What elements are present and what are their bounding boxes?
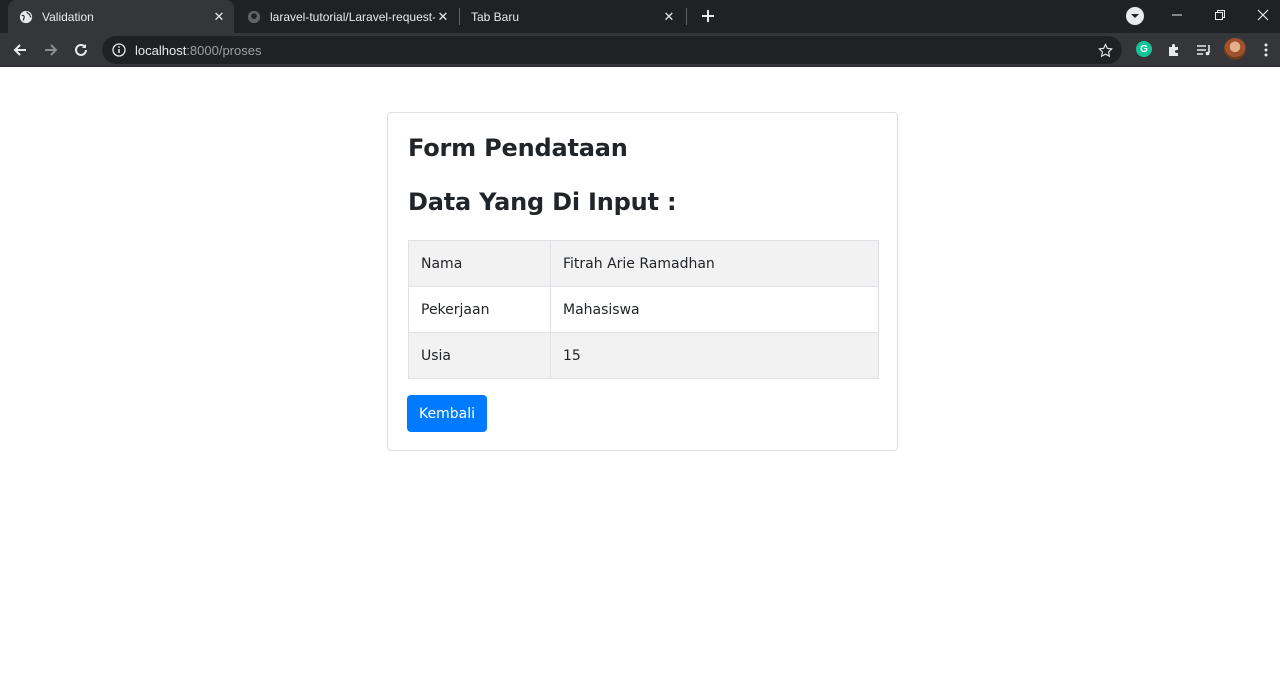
row-label: Pekerjaan	[408, 286, 551, 333]
info-icon[interactable]	[110, 41, 128, 59]
section-heading: Data Yang Di Input :	[408, 188, 677, 216]
tab-search-icon[interactable]	[1126, 7, 1144, 25]
table-row: Pekerjaan Mahasiswa	[408, 286, 879, 333]
github-icon	[247, 10, 261, 24]
extensions-puzzle-icon[interactable]	[1162, 38, 1186, 62]
url-path: :8000/proses	[186, 43, 262, 58]
data-table: Nama Fitrah Arie Ramadhan Pekerjaan Maha…	[408, 240, 879, 379]
forward-arrow-icon[interactable]	[39, 38, 63, 62]
form-card: Form Pendataan Data Yang Di Input : Nama…	[387, 112, 898, 451]
tab-new-tab[interactable]: Tab Baru ✕	[460, 0, 684, 33]
close-window-icon[interactable]	[1243, 0, 1280, 30]
back-arrow-icon[interactable]	[8, 38, 32, 62]
profile-avatar[interactable]	[1224, 38, 1246, 60]
address-bar[interactable]: localhost:8000/proses	[102, 36, 1122, 64]
row-label: Nama	[408, 240, 551, 287]
browser-tabstrip: Validation ✕ laravel-tutorial/Laravel-re…	[0, 0, 1280, 33]
row-label: Usia	[408, 332, 551, 379]
media-control-icon[interactable]	[1192, 38, 1216, 62]
tab-title: laravel-tutorial/Laravel-request-v	[270, 9, 435, 24]
table-row: Nama Fitrah Arie Ramadhan	[408, 240, 879, 287]
new-tab-button[interactable]	[696, 4, 720, 28]
close-tab-icon[interactable]: ✕	[435, 9, 451, 25]
reload-icon[interactable]	[69, 38, 93, 62]
back-button[interactable]: Kembali	[407, 395, 487, 432]
grammarly-extension-icon[interactable]: G	[1136, 41, 1152, 57]
url-host: localhost	[135, 43, 187, 58]
url-text: localhost:8000/proses	[135, 43, 261, 58]
page-title: Form Pendataan	[408, 134, 628, 162]
tab-github[interactable]: laravel-tutorial/Laravel-request-v ✕	[236, 0, 458, 33]
minimize-icon[interactable]	[1157, 0, 1197, 30]
bookmark-star-icon[interactable]	[1094, 39, 1116, 61]
row-value: Mahasiswa	[550, 286, 879, 333]
close-tab-icon[interactable]: ✕	[661, 9, 677, 25]
browser-toolbar: localhost:8000/proses	[0, 33, 1280, 67]
tab-title: Tab Baru	[471, 9, 520, 24]
menu-kebab-icon[interactable]	[1254, 38, 1278, 62]
globe-icon	[19, 10, 33, 24]
tab-separator	[686, 8, 687, 25]
tab-validation[interactable]: Validation ✕	[8, 0, 234, 33]
close-tab-icon[interactable]: ✕	[211, 9, 227, 25]
row-value: Fitrah Arie Ramadhan	[550, 240, 879, 287]
table-row: Usia 15	[408, 332, 879, 379]
row-value: 15	[550, 332, 879, 379]
tab-title: Validation	[42, 9, 94, 24]
restore-icon[interactable]	[1200, 0, 1240, 30]
